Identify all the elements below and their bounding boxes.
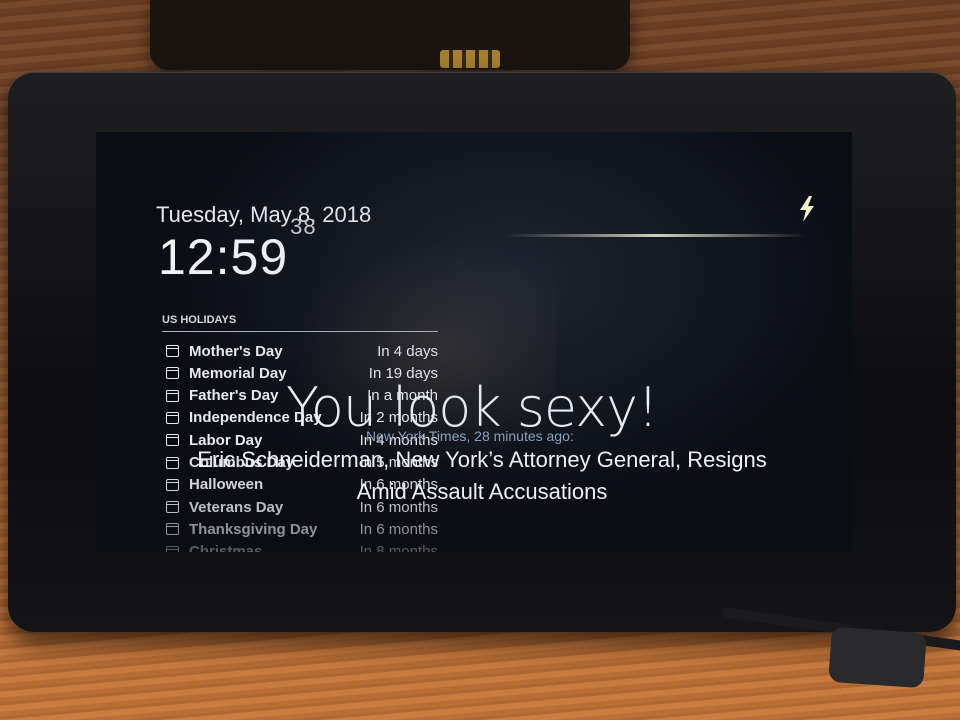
clock-date: Tuesday, May 8, 2018 [156,202,372,227]
holiday-when: In 6 months [359,520,438,538]
calendar-icon [166,389,179,402]
holiday-row: Mother's Day In 4 days [166,340,438,362]
background-device [150,0,630,70]
cable-ferrite [828,626,927,689]
holiday-when: In 8 months [359,543,438,552]
tablet-screen: Tuesday, May 8, 2018 12:5938 US HOLIDAYS… [96,132,852,552]
clock-seconds: 38 [290,214,317,240]
screen-glare [506,234,806,237]
holiday-row: Thanksgiving Day In 6 months [166,518,438,540]
calendar-icon [166,523,179,536]
holiday-name: Christmas [189,543,263,552]
calendar-icon [166,367,179,380]
holiday-when: In 4 days [377,342,438,360]
holiday-row: Christmas In 8 months [166,541,438,552]
lightning-icon [800,196,814,222]
calendar-icon [166,411,179,424]
clock-time: 12:5938 [158,214,317,286]
holidays-header: US HOLIDAYS [162,314,438,332]
news-headline: Eric Schneiderman, New York’s Attorney G… [197,447,767,504]
news-source: New York Times, 28 minutes ago: [366,428,574,444]
clock-hours-minutes: 12:59 [158,229,289,285]
holiday-name: Thanksgiving Day [189,520,318,538]
background-keys [440,50,500,68]
calendar-icon [166,345,179,357]
calendar-icon [166,545,179,552]
holiday-name: Mother's Day [189,342,283,360]
